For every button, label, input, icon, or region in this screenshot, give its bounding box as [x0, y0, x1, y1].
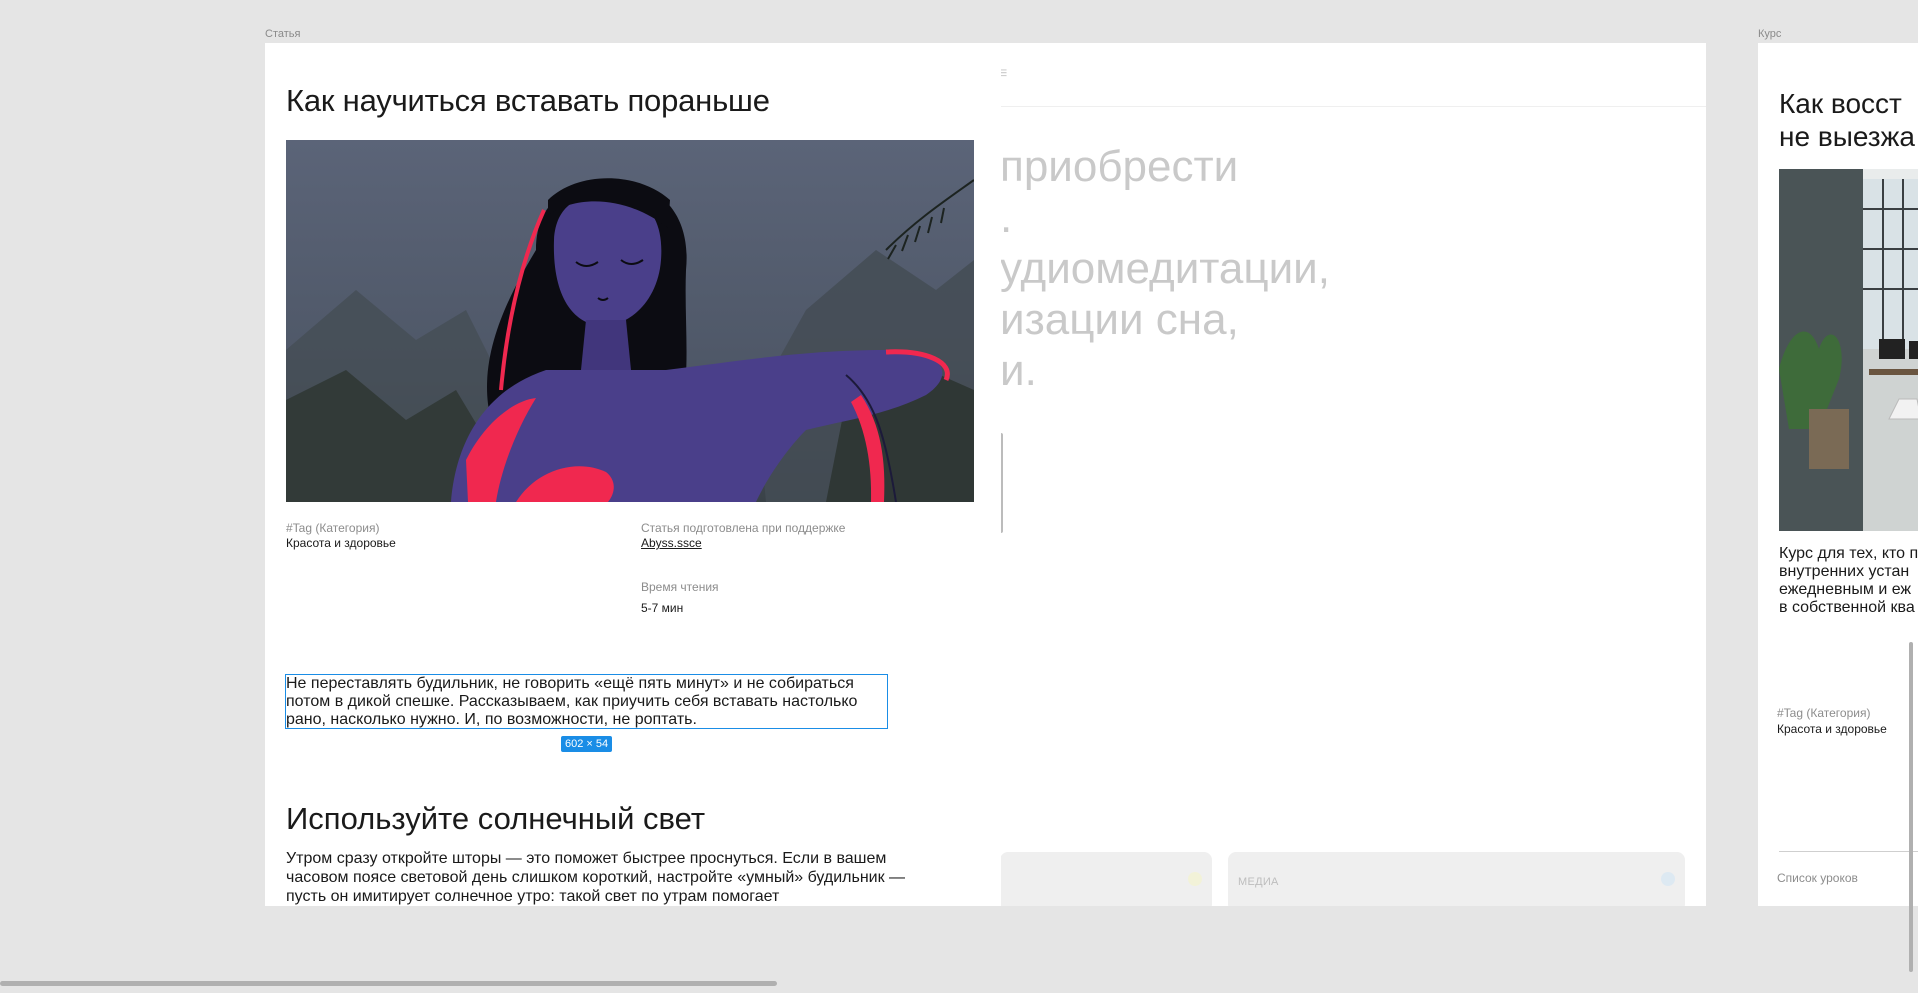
course-office-photo [1779, 169, 1918, 531]
course-description-line: внутренних устан [1779, 563, 1910, 580]
course-tag-label: #Tag (Категория) [1777, 706, 1871, 720]
category-card[interactable] [1000, 852, 1212, 906]
course-title-line: не выезжа [1779, 121, 1915, 152]
course-title: Как восст не выезжа [1779, 87, 1915, 153]
article-frame[interactable]: Как научиться вставать пораньше #Tag (Ка… [265, 43, 1001, 906]
media-card-label: МЕДИА [1238, 876, 1279, 888]
article-lead-selected[interactable]: Не переставлять будильник, не говорить «… [285, 674, 888, 729]
horizontal-scrollbar[interactable] [0, 981, 777, 986]
landing-frame[interactable]: ≡ приобрести . удиомедитации, изации сна… [1000, 43, 1706, 906]
hero-line: изации сна, [1000, 295, 1239, 344]
landing-topbar: ≡ [1000, 43, 1706, 107]
media-card[interactable]: МЕДИА [1228, 852, 1685, 906]
lessons-list-link[interactable]: Список уроков [1777, 871, 1858, 885]
card-dot-icon [1188, 872, 1202, 886]
support-link[interactable]: Abyss.ssce [641, 536, 702, 550]
course-description-line: в собственной ква [1779, 599, 1915, 616]
hero-line: удиомедитации, [1000, 244, 1330, 293]
article-frame-label[interactable]: Статья [265, 28, 300, 40]
hero-line: . [1000, 193, 1013, 242]
reading-time-label: Время чтения [641, 580, 719, 594]
course-tag-value[interactable]: Красота и здоровье [1777, 722, 1887, 736]
course-description: Курс для тех, кто п внутренних устан еже… [1779, 545, 1918, 617]
section-heading: Используйте солнечный свет [286, 801, 706, 836]
vertical-scrollbar[interactable] [1909, 642, 1913, 972]
article-title: Как научиться вставать пораньше [286, 83, 770, 118]
course-description-line: Курс для тех, кто п [1779, 545, 1918, 562]
course-frame[interactable]: Как восст не выезжа Курс для тех, кто п … [1758, 43, 1918, 906]
divider [1779, 851, 1918, 852]
landing-hero-text: приобрести . удиомедитации, изации сна, … [1000, 141, 1330, 396]
course-frame-label[interactable]: Курс [1758, 28, 1781, 40]
hero-line: приобрести [1000, 142, 1239, 191]
support-label: Статья подготовлена при поддержке [641, 521, 846, 535]
section-body: Утром сразу откройте шторы — это поможет… [286, 850, 906, 905]
tag-value[interactable]: Красота и здоровье [286, 536, 396, 550]
card-dot-icon [1661, 872, 1675, 886]
article-hero-illustration [286, 140, 974, 502]
hero-line: и. [1000, 346, 1037, 395]
reading-time-value: 5-7 мин [641, 601, 684, 615]
tag-label: #Tag (Категория) [286, 521, 380, 535]
menu-icon: ≡ [1000, 65, 1008, 82]
selection-size-badge: 602 × 54 [561, 736, 613, 752]
course-description-line: ежедневным и еж [1779, 581, 1912, 598]
course-title-line: Как восст [1779, 88, 1902, 119]
